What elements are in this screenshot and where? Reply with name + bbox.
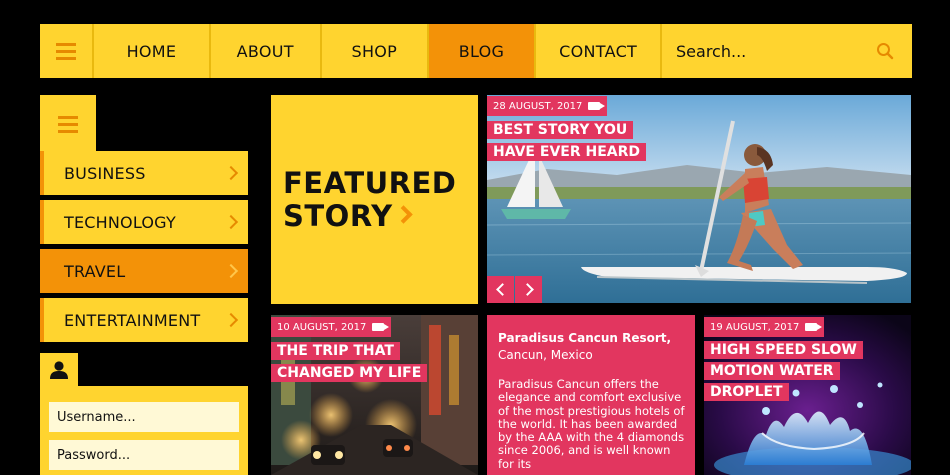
- resort-description: Paradisus Cancun offers the elegance and…: [498, 377, 685, 471]
- nav-item-about[interactable]: ABOUT: [211, 24, 322, 78]
- nav-item-blog[interactable]: BLOG: [428, 24, 537, 78]
- city-street-photo: [271, 315, 478, 475]
- date-label: 28 AUGUST, 2017: [493, 100, 583, 112]
- hero-slider[interactable]: 28 AUGUST, 2017 BEST STORY YOU HAVE EVER…: [487, 95, 911, 303]
- search-icon[interactable]: [876, 42, 894, 60]
- story-tile-trip[interactable]: 10 AUGUST, 2017 THE TRIP THAT CHANGED MY…: [271, 315, 478, 475]
- date-badge: 28 AUGUST, 2017: [487, 96, 608, 116]
- headline-line: CHANGED MY LIFE: [271, 364, 428, 382]
- headline-line: DROPLET: [704, 383, 789, 401]
- sidebar-categories: BUSINESS TECHNOLOGY TRAVEL ENTERTAINMENT: [40, 151, 248, 347]
- featured-story-card[interactable]: FEATURED STORY: [271, 95, 478, 304]
- video-camera-icon: [372, 323, 390, 331]
- headline-line: THE TRIP THAT: [271, 342, 400, 360]
- sidebar-item-technology[interactable]: TECHNOLOGY: [40, 200, 248, 244]
- slider-controls: [487, 276, 542, 303]
- chevron-right-icon: [223, 312, 239, 328]
- headline-line: HIGH SPEED SLOW: [704, 341, 863, 359]
- login-form: [40, 386, 248, 475]
- username-field[interactable]: [49, 402, 239, 432]
- sidebar-item-business[interactable]: BUSINESS: [40, 151, 248, 195]
- sidebar-item-travel[interactable]: TRAVEL: [40, 249, 248, 293]
- date-badge: 19 AUGUST, 2017: [704, 317, 825, 337]
- date-badge: 10 AUGUST, 2017: [271, 317, 392, 337]
- resort-location: Cancun, Mexico: [498, 348, 593, 362]
- date-label: 10 AUGUST, 2017: [277, 321, 367, 333]
- hero-headline[interactable]: BEST STORY YOU HAVE EVER HEARD: [487, 119, 647, 163]
- chevron-right-icon: [223, 165, 239, 181]
- login-tab: [40, 353, 78, 387]
- search-bar: [662, 24, 912, 78]
- nav-item-home[interactable]: HOME: [94, 24, 211, 78]
- sidebar-item-label: BUSINESS: [64, 163, 146, 183]
- sidebar-item-label: ENTERTAINMENT: [64, 310, 201, 330]
- next-slide-button[interactable]: [515, 276, 542, 303]
- headline-line: MOTION WATER: [704, 362, 840, 380]
- nav-item-contact[interactable]: CONTACT: [536, 24, 663, 78]
- featured-title-line1: FEATURED: [283, 166, 457, 200]
- top-navigation: HOME ABOUT SHOP BLOG CONTACT: [40, 24, 912, 78]
- user-icon: [50, 361, 68, 379]
- nav-item-shop[interactable]: SHOP: [322, 24, 429, 78]
- chevron-right-icon: [223, 214, 239, 230]
- video-camera-icon: [588, 102, 606, 110]
- chevron-right-icon: [393, 205, 413, 224]
- featured-title-line2: STORY: [283, 199, 393, 233]
- date-label: 19 AUGUST, 2017: [710, 321, 800, 333]
- sidebar-item-label: TECHNOLOGY: [64, 212, 176, 232]
- previous-slide-button[interactable]: [487, 276, 514, 303]
- headline-line: HAVE EVER HEARD: [487, 143, 647, 161]
- sidebar-menu-toggle[interactable]: [40, 95, 96, 153]
- story-tile-resort[interactable]: Paradisus Cancun Resort, Cancun, Mexico …: [487, 315, 695, 475]
- resort-name: Paradisus Cancun Resort,: [498, 331, 672, 345]
- password-field[interactable]: [49, 440, 239, 470]
- story-tile-water-droplet[interactable]: 19 AUGUST, 2017 HIGH SPEED SLOW MOTION W…: [704, 315, 911, 475]
- search-input[interactable]: [676, 41, 877, 61]
- hamburger-icon: [56, 42, 77, 60]
- sidebar-item-label: TRAVEL: [64, 261, 126, 281]
- hamburger-icon: [58, 115, 78, 133]
- nav-menu-button[interactable]: [40, 24, 95, 78]
- headline-line: BEST STORY YOU: [487, 121, 634, 139]
- chevron-right-icon: [223, 263, 239, 279]
- city-headline: THE TRIP THAT CHANGED MY LIFE: [271, 340, 428, 384]
- splash-headline: HIGH SPEED SLOW MOTION WATER DROPLET: [704, 340, 863, 403]
- sidebar-item-entertainment[interactable]: ENTERTAINMENT: [40, 298, 248, 342]
- video-camera-icon: [805, 323, 823, 331]
